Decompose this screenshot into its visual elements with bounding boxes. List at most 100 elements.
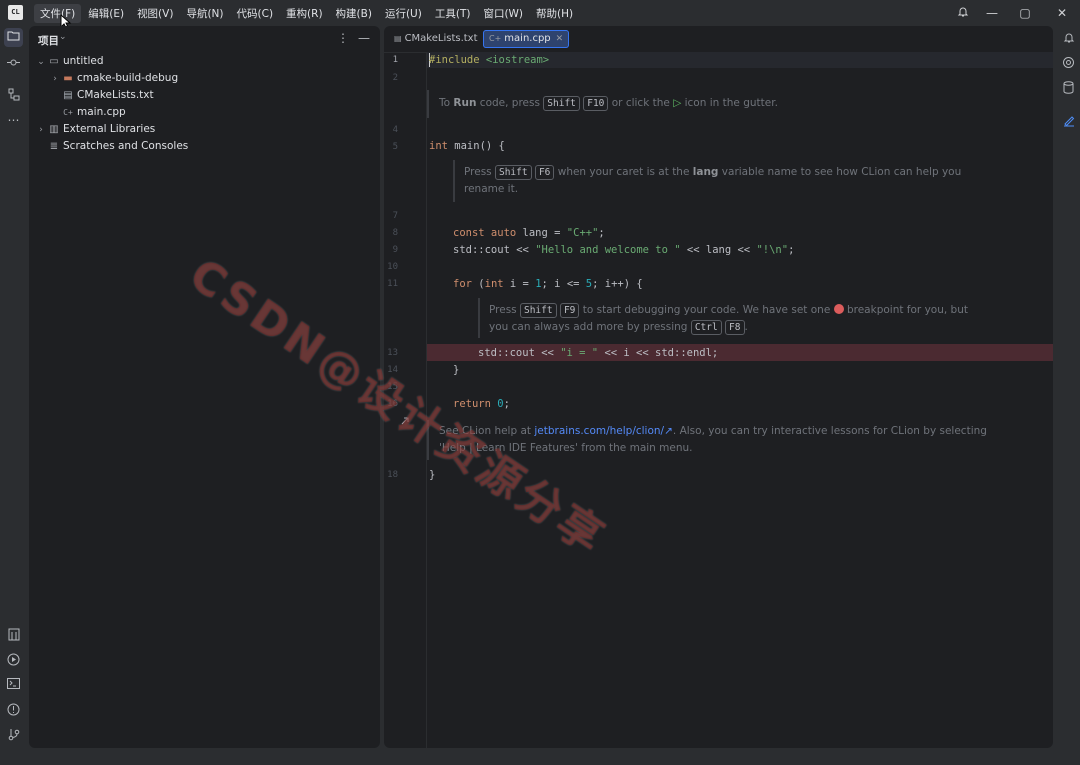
debug-hint: Press Shift F9 to start debugging your c… — [489, 303, 968, 335]
menu-tools[interactable]: 工具(T) — [429, 4, 477, 23]
chevron-down-icon[interactable]: ⌄ — [59, 32, 67, 42]
editor-tab-bar: ▤ CMakeLists.txt C+ main.cpp ✕ — [384, 26, 1053, 53]
shortcut-key: F9 — [559, 303, 580, 318]
line-number: 9 — [392, 245, 398, 255]
tree-item-scratches[interactable]: ≣ Scratches and Consoles — [47, 138, 188, 155]
close-window-button[interactable]: ✕ — [1055, 6, 1069, 20]
folder-icon: ▭ — [49, 56, 59, 67]
code-line-11[interactable]: for (int i = 1; i <= 5; i++) { — [453, 277, 643, 291]
shortcut-key: Shift — [494, 165, 532, 180]
database-icon[interactable] — [1061, 81, 1076, 96]
menu-build[interactable]: 构建(B) — [330, 4, 378, 23]
project-panel-title[interactable]: 项目 — [38, 33, 59, 48]
line-number: 4 — [392, 125, 398, 135]
tree-item-label: CMakeLists.txt — [77, 89, 154, 101]
hint-border — [453, 160, 455, 202]
more-tools-icon[interactable]: ⋯ — [6, 113, 21, 128]
tab-label: main.cpp — [504, 33, 551, 44]
clion-logo-icon[interactable]: CL — [8, 5, 23, 20]
chevron-right-icon[interactable]: › — [49, 71, 61, 88]
shortcut-key: Ctrl — [690, 320, 722, 335]
main-menu: 文件(F) 编辑(E) 视图(V) 导航(N) 代码(C) 重构(R) 构建(B… — [34, 4, 580, 23]
bell-icon[interactable] — [956, 6, 970, 20]
menu-run[interactable]: 运行(U) — [379, 4, 428, 23]
notifications-icon[interactable] — [1061, 32, 1076, 47]
shortcut-key: F10 — [583, 96, 609, 111]
code-line-14[interactable]: } — [453, 363, 459, 377]
tree-item-label: main.cpp — [77, 106, 126, 118]
external-link-icon: ↗ — [664, 425, 673, 437]
menu-help[interactable]: 帮助(H) — [530, 4, 579, 23]
shortcut-key: F6 — [534, 165, 555, 180]
code-line-8[interactable]: const auto lang = "C++"; — [453, 226, 605, 240]
shortcut-key: Shift — [519, 303, 557, 318]
tab-label: CMakeLists.txt — [404, 33, 478, 44]
right-tool-strip — [1055, 26, 1080, 765]
code-line-13[interactable]: std::cout << "i = " << i << std::endl; — [478, 346, 718, 360]
reader-mode-icon[interactable] — [1061, 114, 1076, 129]
line-number: 5 — [392, 142, 398, 152]
close-tab-icon[interactable]: ✕ — [556, 34, 564, 44]
line-number: 11 — [387, 279, 398, 289]
menu-view[interactable]: 视图(V) — [131, 4, 179, 23]
run-hint: To Run code, press Shift F10 or click th… — [439, 96, 778, 111]
chevron-down-icon[interactable]: ⌄ — [35, 54, 47, 71]
title-bar: CL 文件(F) 编辑(E) 视图(V) 导航(N) 代码(C) 重构(R) 构… — [0, 0, 1080, 30]
chevron-right-icon[interactable]: › — [35, 122, 47, 139]
ai-assistant-icon[interactable] — [1061, 56, 1076, 71]
git-icon[interactable] — [6, 728, 21, 743]
text-file-icon: ▤ — [394, 34, 402, 43]
tree-item-untitled[interactable]: ⌄ ▭ untitled — [35, 53, 104, 71]
menu-window[interactable]: 窗口(W) — [477, 4, 529, 23]
cpp-file-icon: C+ — [489, 34, 502, 43]
tree-item-cmakelists[interactable]: ▤ CMakeLists.txt — [61, 87, 154, 104]
menu-refactor[interactable]: 重构(R) — [280, 4, 329, 23]
rename-hint: Press Shift F6 when your caret is at the… — [464, 165, 962, 195]
line-number: 18 — [387, 470, 398, 480]
code-line-18[interactable]: } — [429, 468, 435, 482]
hint-border — [427, 90, 429, 118]
tree-item-main-cpp[interactable]: C+ main.cpp — [61, 104, 126, 121]
menu-edit[interactable]: 编辑(E) — [82, 4, 130, 23]
menu-navigate[interactable]: 导航(N) — [180, 4, 229, 23]
tree-item-cmake-build-debug[interactable]: › ▬ cmake-build-debug — [49, 70, 178, 87]
tree-item-label: Scratches and Consoles — [63, 140, 189, 152]
services-icon[interactable] — [6, 653, 21, 668]
scratches-icon: ≣ — [49, 141, 59, 152]
line-number: 8 — [392, 228, 398, 238]
cpp-file-icon: C+ — [63, 108, 73, 117]
shortcut-key: Shift — [543, 96, 580, 111]
code-line-5[interactable]: int main() { — [429, 139, 505, 153]
cmake-icon[interactable] — [6, 628, 21, 643]
maximize-button[interactable]: ▢ — [1018, 6, 1032, 20]
line-number: 7 — [392, 211, 398, 221]
line-number: 1 — [392, 55, 398, 65]
commit-icon[interactable] — [6, 56, 21, 71]
minimize-panel-icon[interactable]: — — [358, 31, 370, 45]
tab-cmakelists[interactable]: ▤ CMakeLists.txt — [388, 30, 484, 48]
tree-item-external-libraries[interactable]: › ▥ External Libraries — [35, 121, 155, 138]
menu-file[interactable]: 文件(F) — [34, 4, 82, 23]
text-file-icon: ▤ — [63, 90, 73, 101]
left-tool-strip: ⋯ — [0, 26, 27, 765]
code-line-1[interactable]: #include <iostream> — [429, 53, 549, 67]
minimize-button[interactable]: — — [985, 6, 999, 20]
help-link[interactable]: jetbrains.com/help/clion/ — [534, 425, 664, 437]
tree-item-label: cmake-build-debug — [77, 72, 179, 84]
project-folder-icon[interactable] — [4, 28, 23, 47]
line-number: 10 — [387, 262, 398, 272]
line-number: 2 — [392, 73, 398, 83]
hint-border — [478, 298, 480, 338]
terminal-icon[interactable] — [6, 678, 21, 693]
menu-code[interactable]: 代码(C) — [231, 4, 280, 23]
shortcut-key: F8 — [725, 320, 745, 335]
excluded-folder-icon: ▬ — [63, 73, 73, 84]
tab-main-cpp[interactable]: C+ main.cpp ✕ — [483, 30, 570, 48]
structure-icon[interactable] — [6, 88, 21, 103]
editor-panel: ▤ CMakeLists.txt C+ main.cpp ✕ — [384, 26, 1053, 748]
code-line-9[interactable]: std::cout << "Hello and welcome to " << … — [453, 243, 794, 257]
more-options-icon[interactable]: ⋮ — [337, 31, 349, 45]
project-panel-header: 项目 ⌄ ⋮ — — [29, 26, 380, 52]
problems-icon[interactable] — [6, 703, 21, 718]
tree-item-label: untitled — [63, 55, 104, 67]
